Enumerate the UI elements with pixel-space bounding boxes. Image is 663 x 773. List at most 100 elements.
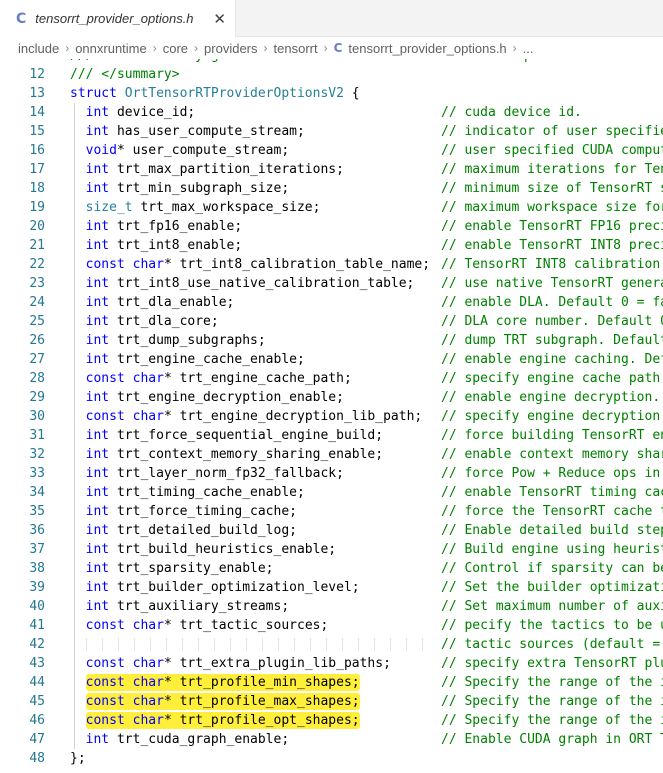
code-text[interactable]: int trt_force_sequential_engine_build; <box>70 426 383 445</box>
code-comment[interactable]: // Build engine using heurist <box>441 540 663 559</box>
code-line[interactable]: 23 int trt_int8_use_native_calibration_t… <box>0 274 663 293</box>
code-comment[interactable]: // enable TensorRT FP16 preci <box>441 217 663 236</box>
code-line[interactable]: 43 const char* trt_extra_plugin_lib_path… <box>0 654 663 673</box>
code-text[interactable]: int device_id; <box>70 103 196 122</box>
code-comment[interactable]: // enable engine caching. Def <box>441 350 663 369</box>
code-line[interactable]: 25 int trt_dla_core; // DLA core number. … <box>0 312 663 331</box>
code-line[interactable]: 32 int trt_context_memory_sharing_enable… <box>0 445 663 464</box>
code-text[interactable]: const char* trt_tactic_sources; <box>70 616 329 635</box>
code-text[interactable]: int trt_max_partition_iterations; <box>70 160 344 179</box>
code-text[interactable]: const char* trt_extra_plugin_lib_paths; <box>70 654 391 673</box>
code-comment[interactable]: // Enable detailed build step <box>441 521 663 540</box>
code-line[interactable]: 14 int device_id; // cuda device id. <box>0 103 663 122</box>
code-comment[interactable]: // specify engine cache path <box>441 369 660 388</box>
code-text[interactable]: void* user_compute_stream; <box>70 141 290 160</box>
code-comment[interactable]: // Specify the range of the i <box>441 711 663 730</box>
code-comment[interactable]: // dump TRT subgraph. Default <box>441 331 663 350</box>
code-lines[interactable]: 11/// User can only get the instance of … <box>0 59 663 768</box>
code-comment[interactable]: // specify engine decryption <box>441 407 660 426</box>
code-line[interactable]: 31 int trt_force_sequential_engine_build… <box>0 426 663 445</box>
code-comment[interactable]: // tactic sources (default = <box>441 635 660 654</box>
code-line[interactable]: 26 int trt_dump_subgraphs; // dump TRT su… <box>0 331 663 350</box>
code-comment[interactable]: // enable engine decryption. <box>441 388 660 407</box>
code-line[interactable]: 21 int trt_int8_enable; // enable TensorR… <box>0 236 663 255</box>
code-text[interactable]: int trt_dump_subgraphs; <box>70 331 266 350</box>
code-line[interactable]: 38 int trt_sparsity_enable; // Control if… <box>0 559 663 578</box>
code-comment[interactable]: // use native TensorRT genera <box>441 274 663 293</box>
code-text[interactable]: int trt_builder_optimization_level; <box>70 578 360 597</box>
breadcrumb-item-providers[interactable]: providers <box>204 41 257 56</box>
code-line[interactable]: 30 const char* trt_engine_decryption_lib… <box>0 407 663 426</box>
code-line[interactable]: 13 struct OrtTensorRTProviderOptionsV2 { <box>0 84 663 103</box>
code-comment[interactable]: // force building TensorRT en <box>441 426 663 445</box>
close-icon[interactable]: ✕ <box>213 10 226 28</box>
code-text[interactable]: int trt_dla_enable; <box>70 293 235 312</box>
code-text[interactable]: int trt_context_memory_sharing_enable; <box>70 445 383 464</box>
code-line[interactable]: 41 const char* trt_tactic_sources; // pec… <box>0 616 663 635</box>
code-line[interactable]: 33 int trt_layer_norm_fp32_fallback; // f… <box>0 464 663 483</box>
code-comment[interactable]: // Control if sparsity can be <box>441 559 663 578</box>
code-line[interactable]: 44 const char* trt_profile_min_shapes; //… <box>0 673 663 692</box>
breadcrumb-item-onnxruntime[interactable]: onnxruntime <box>75 41 147 56</box>
code-line[interactable]: 24 int trt_dla_enable; // enable DLA. Def… <box>0 293 663 312</box>
code-comment[interactable]: // Enable CUDA graph in ORT T <box>441 730 663 749</box>
code-line[interactable]: 46 const char* trt_profile_opt_shapes; //… <box>0 711 663 730</box>
code-line[interactable]: 17 int trt_max_partition_iterations; // m… <box>0 160 663 179</box>
code-text[interactable]: int trt_engine_cache_enable; <box>70 350 305 369</box>
code-comment[interactable]: // force the TensorRT cache t <box>441 502 663 521</box>
code-line[interactable]: 39 int trt_builder_optimization_level; //… <box>0 578 663 597</box>
code-text[interactable]: int trt_fp16_enable; <box>70 217 243 236</box>
code-text[interactable]: int trt_sparsity_enable; <box>70 559 274 578</box>
code-text[interactable]: size_t trt_max_workspace_size; <box>70 198 321 217</box>
code-editor[interactable]: 11/// User can only get the instance of … <box>0 59 663 773</box>
code-text[interactable]: int trt_build_heuristics_enable; <box>70 540 336 559</box>
code-line[interactable]: 36 int trt_detailed_build_log; // Enable … <box>0 521 663 540</box>
code-line[interactable]: 45 const char* trt_profile_max_shapes; //… <box>0 692 663 711</box>
code-text[interactable]: const char* trt_profile_max_shapes; <box>70 692 360 711</box>
code-comment[interactable]: // force Pow + Reduce ops in <box>441 464 660 483</box>
code-text[interactable]: int trt_int8_use_native_calibration_tabl… <box>70 274 415 293</box>
code-text[interactable]: }; <box>70 749 86 768</box>
code-line[interactable]: 29 int trt_engine_decryption_enable; // e… <box>0 388 663 407</box>
code-text[interactable]: const char* trt_profile_opt_shapes; <box>70 711 360 730</box>
code-text[interactable]: int has_user_compute_stream; <box>70 122 305 141</box>
code-text[interactable]: int trt_cuda_graph_enable; <box>70 730 290 749</box>
code-text[interactable]: const char* trt_engine_decryption_lib_pa… <box>70 407 423 426</box>
code-line[interactable]: 12 /// </summary> <box>0 65 663 84</box>
code-comment[interactable]: // Set maximum number of auxi <box>441 597 663 616</box>
code-line[interactable]: 37 int trt_build_heuristics_enable; // Bu… <box>0 540 663 559</box>
tab-title[interactable]: tensorrt_provider_options.h <box>35 11 193 26</box>
breadcrumb-item-symbols[interactable]: ... <box>523 41 534 56</box>
code-line[interactable]: 42 // tactic sources (default = <box>0 635 663 654</box>
code-line[interactable]: 34 int trt_timing_cache_enable; // enable… <box>0 483 663 502</box>
code-comment[interactable]: // minimum size of TensorRT s <box>441 179 663 198</box>
code-line[interactable]: 20 int trt_fp16_enable; // enable TensorR… <box>0 217 663 236</box>
code-comment[interactable]: // Specify the range of the i <box>441 673 663 692</box>
code-line[interactable]: 48}; <box>0 749 663 768</box>
code-comment[interactable]: // enable DLA. Default 0 = fa <box>441 293 663 312</box>
code-comment[interactable]: // indicator of user specifie <box>441 122 663 141</box>
code-line[interactable]: 40 int trt_auxiliary_streams; // Set maxi… <box>0 597 663 616</box>
code-text[interactable]: const char* trt_profile_min_shapes; <box>70 673 360 692</box>
code-line[interactable]: 35 int trt_force_timing_cache; // force t… <box>0 502 663 521</box>
code-line[interactable]: 27 int trt_engine_cache_enable; // enable… <box>0 350 663 369</box>
code-line[interactable]: 15 int has_user_compute_stream; // indica… <box>0 122 663 141</box>
code-comment[interactable]: // maximum workspace size for <box>441 198 663 217</box>
code-text[interactable]: int trt_int8_enable; <box>70 236 243 255</box>
code-line[interactable]: 18 int trt_min_subgraph_size; // minimum … <box>0 179 663 198</box>
breadcrumb-item-file[interactable]: tensorrt_provider_options.h <box>348 41 506 56</box>
code-text[interactable]: int trt_timing_cache_enable; <box>70 483 305 502</box>
code-line[interactable]: 28 const char* trt_engine_cache_path; // … <box>0 369 663 388</box>
code-text[interactable]: int trt_detailed_build_log; <box>70 521 297 540</box>
code-line[interactable]: 19 size_t trt_max_workspace_size; // maxi… <box>0 198 663 217</box>
code-text[interactable]: int trt_force_timing_cache; <box>70 502 297 521</box>
code-text[interactable]: int trt_min_subgraph_size; <box>70 179 290 198</box>
code-text[interactable]: int trt_engine_decryption_enable; <box>70 388 344 407</box>
code-comment[interactable]: // enable TensorRT timing cac <box>441 483 663 502</box>
code-comment[interactable]: // cuda device id. <box>441 103 582 122</box>
code-comment[interactable]: // enable TensorRT INT8 preci <box>441 236 663 255</box>
code-text[interactable]: /// </summary> <box>70 65 180 84</box>
code-text[interactable]: const char* trt_engine_cache_path; <box>70 369 352 388</box>
code-comment[interactable]: // user specified CUDA comput <box>441 141 663 160</box>
code-line[interactable]: 22 const char* trt_int8_calibration_tabl… <box>0 255 663 274</box>
